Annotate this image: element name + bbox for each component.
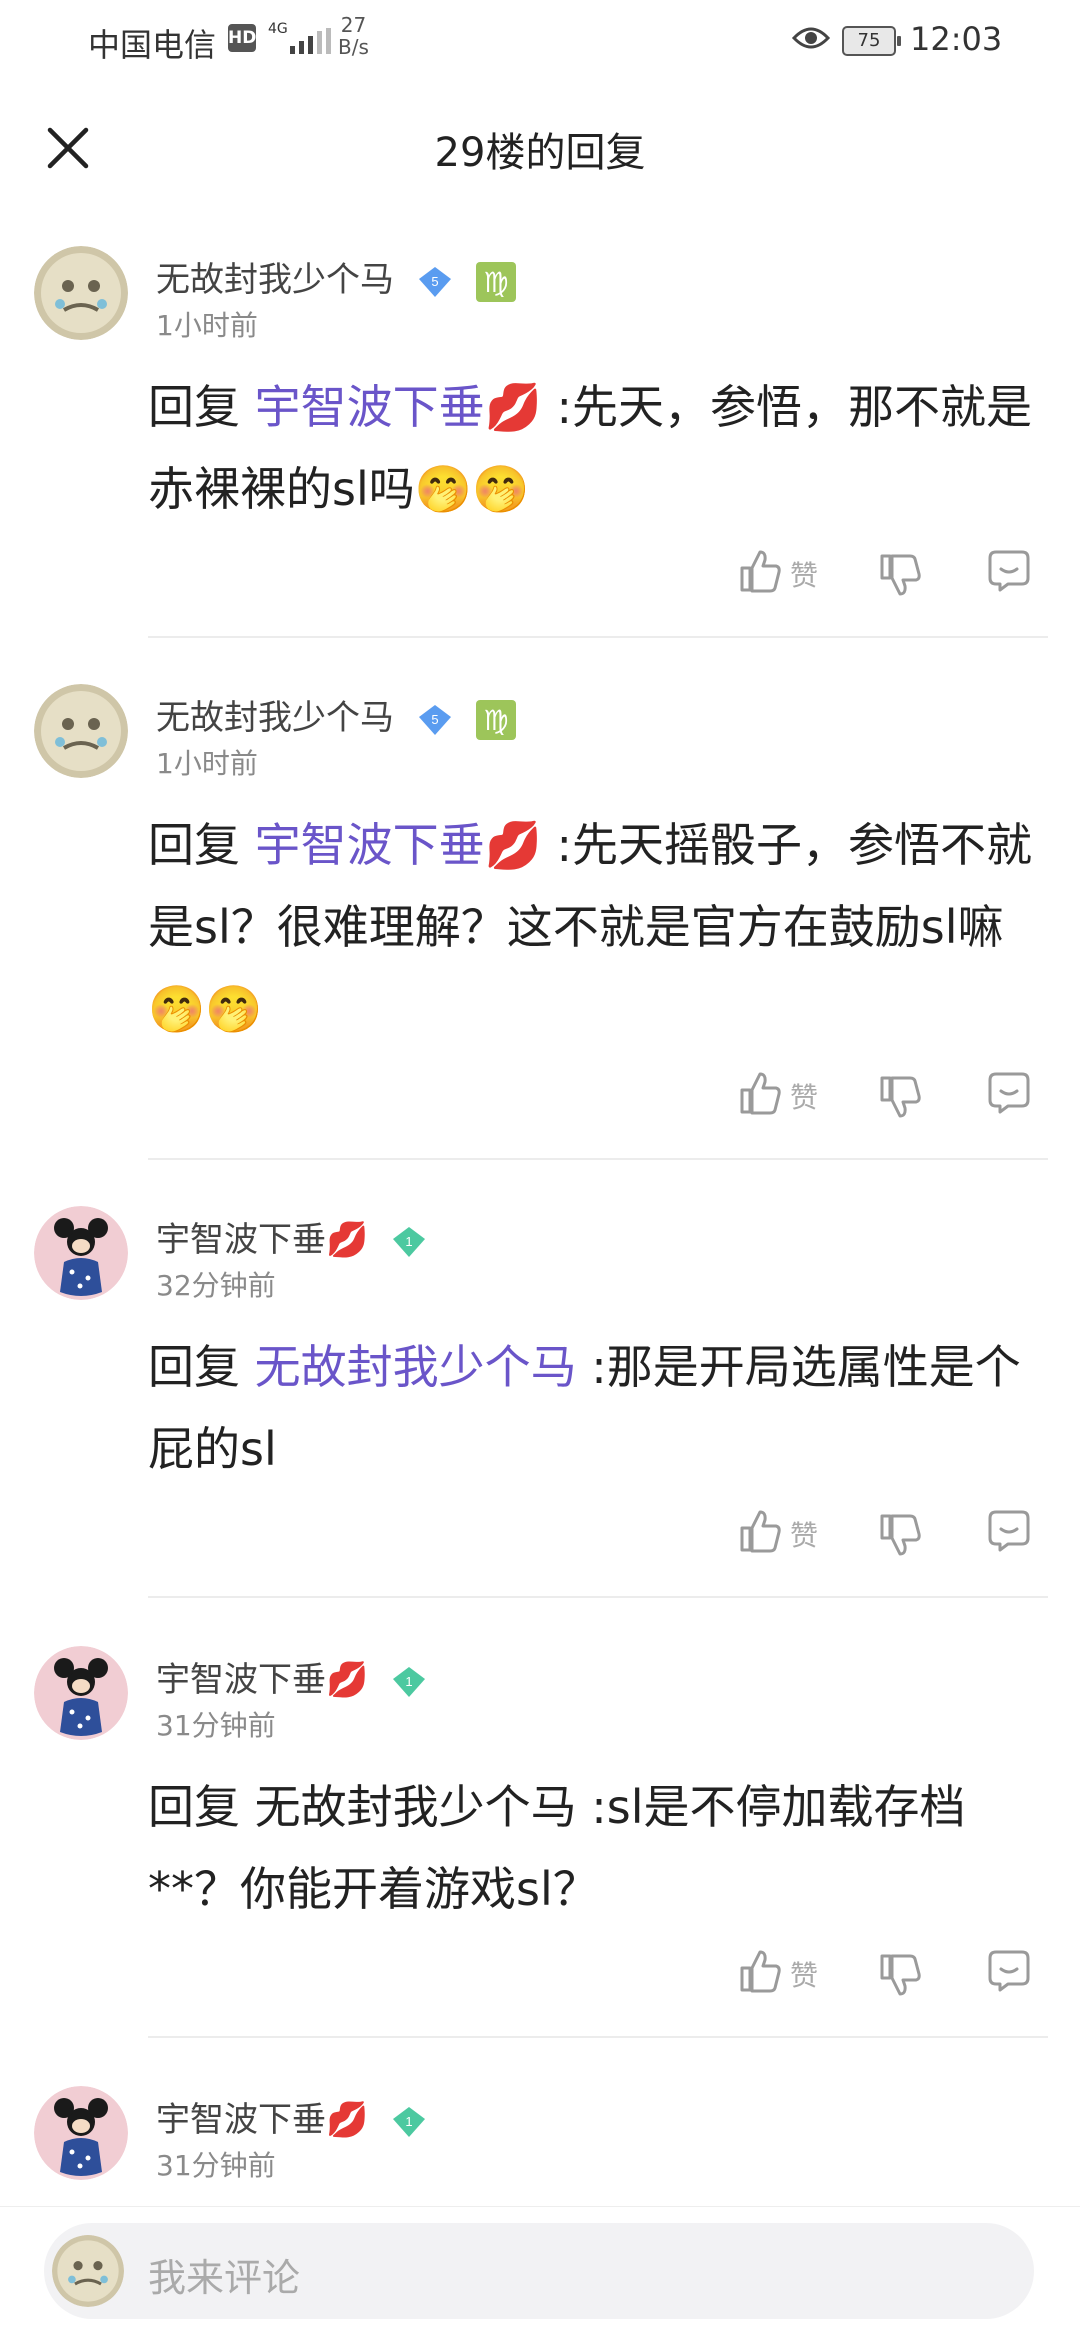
speed-value: 27 bbox=[340, 13, 367, 37]
hd-icon: HD bbox=[228, 24, 256, 52]
comment-body: 回复 无故封我少个马 :sl是不停加载存档 **？你能开着游戏sl？ bbox=[148, 1766, 1048, 1930]
reply-prefix: 回复 bbox=[148, 818, 255, 872]
like-label: 赞 bbox=[790, 1519, 819, 1552]
thumbs-up-icon bbox=[740, 1072, 781, 1115]
username-text: 宇智波下垂💋 bbox=[156, 2100, 369, 2140]
svg-text:♍: ♍ bbox=[483, 704, 508, 737]
comment-item: 宇智波下垂💋 1 31分钟前 回复 无故封我少个马 :sl是不停加载存档 **？… bbox=[0, 1646, 1080, 2046]
comment-placeholder: 我来评论 bbox=[148, 2256, 301, 2300]
mention-link[interactable]: 宇智波下垂💋 bbox=[255, 818, 542, 872]
divider bbox=[148, 1596, 1048, 1598]
level-number: 1 bbox=[406, 2114, 413, 2129]
level-gem-icon: 5 bbox=[418, 704, 451, 735]
timestamp: 31分钟前 bbox=[156, 2149, 276, 2182]
like-label: 赞 bbox=[790, 1959, 819, 1992]
comment-text: 无故封我少个马 :sl是不停加载存档 **？你能开着游戏sl？ bbox=[148, 1780, 966, 1916]
header: 29楼的回复 bbox=[0, 80, 1080, 210]
avatar[interactable] bbox=[34, 246, 128, 340]
level-number: 5 bbox=[431, 274, 438, 289]
avatar[interactable] bbox=[34, 2086, 128, 2180]
username[interactable]: 宇智波下垂💋 1 bbox=[156, 1652, 429, 1701]
username[interactable]: 宇智波下垂💋 1 bbox=[156, 2092, 429, 2141]
page-title: 29楼的回复 bbox=[434, 130, 646, 176]
virgo-icon: ♍ bbox=[475, 261, 516, 302]
comment-item: 宇智波下垂💋 1 32分钟前 回复 无故封我少个马 :那是开局选属性是个屁的sl… bbox=[0, 1206, 1080, 1606]
comment-body: 回复 无故封我少个马 :那是开局选属性是个屁的sl bbox=[148, 1326, 1048, 1490]
speed-unit: B/s bbox=[338, 35, 369, 59]
level-number: 1 bbox=[406, 1674, 413, 1689]
username-text: 无故封我少个马 bbox=[156, 260, 394, 300]
eye-icon bbox=[792, 27, 830, 49]
thumbs-up-icon bbox=[740, 1950, 781, 1993]
like-label: 赞 bbox=[790, 1081, 819, 1114]
reply-prefix: 回复 bbox=[148, 1780, 255, 1834]
comment-body: 回复 宇智波下垂💋 :先天，参悟，那不就是赤裸裸的sl吗🤭🤭 bbox=[148, 366, 1048, 530]
level-gem-icon: 1 bbox=[393, 1226, 426, 1257]
level-gem-icon: 1 bbox=[393, 1666, 426, 1697]
mention-link[interactable]: 宇智波下垂💋 bbox=[255, 380, 542, 434]
username[interactable]: 宇智波下垂💋 1 bbox=[156, 1212, 429, 1261]
reply-comment-icon[interactable] bbox=[986, 1508, 1032, 1554]
carrier-name: 中国电信 bbox=[88, 26, 217, 64]
avatar[interactable] bbox=[34, 1646, 128, 1740]
like-label: 赞 bbox=[790, 559, 819, 592]
username-text: 无故封我少个马 bbox=[156, 698, 394, 738]
avatar[interactable] bbox=[34, 1206, 128, 1300]
comment-bar: 我来评论 bbox=[0, 2206, 1080, 2341]
reply-prefix: 回复 bbox=[148, 1340, 255, 1394]
battery-indicator: 75 bbox=[842, 26, 901, 56]
username[interactable]: 无故封我少个马 5 ♍ bbox=[156, 690, 516, 740]
my-avatar bbox=[52, 2235, 124, 2307]
clock: 12:03 bbox=[910, 20, 1003, 58]
thumbs-down-icon[interactable] bbox=[878, 1512, 922, 1558]
like-button[interactable]: 赞 bbox=[738, 1070, 818, 1120]
timestamp: 31分钟前 bbox=[156, 1709, 276, 1742]
timestamp: 1小时前 bbox=[156, 309, 258, 342]
status-bar: 中国电信 HD 4G 27 B/s 75 12:03 bbox=[0, 0, 1080, 80]
thumbs-down-icon[interactable] bbox=[878, 1952, 922, 1998]
reply-comment-icon[interactable] bbox=[986, 1948, 1032, 1994]
like-button[interactable]: 赞 bbox=[738, 548, 818, 598]
mention-link[interactable]: 无故封我少个马 bbox=[255, 1340, 577, 1394]
username[interactable]: 无故封我少个马 5 ♍ bbox=[156, 252, 516, 302]
virgo-icon: ♍ bbox=[475, 699, 516, 740]
timestamp: 1小时前 bbox=[156, 747, 258, 780]
comment-item: 宇智波下垂💋 1 31分钟前 bbox=[0, 2086, 1080, 2206]
thumbs-down-icon[interactable] bbox=[878, 552, 922, 598]
reply-comment-icon[interactable] bbox=[986, 1070, 1032, 1116]
network-speed: 27 B/s bbox=[338, 14, 369, 58]
signal-icon bbox=[290, 28, 331, 54]
like-button[interactable]: 赞 bbox=[738, 1948, 818, 1998]
thumbs-down-icon[interactable] bbox=[878, 1074, 922, 1120]
username-text: 宇智波下垂💋 bbox=[156, 1220, 369, 1260]
divider bbox=[148, 2036, 1048, 2038]
divider bbox=[148, 1158, 1048, 1160]
svg-text:♍: ♍ bbox=[483, 266, 508, 299]
thumbs-up-icon bbox=[740, 550, 781, 593]
comment-body: 回复 宇智波下垂💋 :先天摇骰子，参悟不就是sl？很难理解？这不就是官方在鼓励s… bbox=[148, 804, 1048, 1050]
level-gem-icon: 5 bbox=[418, 266, 451, 297]
comment-item: 无故封我少个马 5 ♍ 1小时前 回复 宇智波下垂💋 :先天摇骰子，参悟不就是s… bbox=[0, 684, 1080, 1164]
comment-input[interactable]: 我来评论 bbox=[44, 2223, 1034, 2319]
thumbs-up-icon bbox=[740, 1510, 781, 1553]
like-button[interactable]: 赞 bbox=[738, 1508, 818, 1558]
avatar[interactable] bbox=[34, 684, 128, 778]
level-gem-icon: 1 bbox=[393, 2106, 426, 2137]
username-text: 宇智波下垂💋 bbox=[156, 1660, 369, 1700]
level-number: 5 bbox=[431, 712, 438, 727]
timestamp: 32分钟前 bbox=[156, 1269, 276, 1302]
level-number: 1 bbox=[406, 1234, 413, 1249]
reply-comment-icon[interactable] bbox=[986, 548, 1032, 594]
comment-item: 无故封我少个马 5 ♍ 1小时前 回复 宇智波下垂💋 :先天，参悟，那不就是赤裸… bbox=[0, 246, 1080, 646]
network-type: 4G bbox=[268, 21, 288, 37]
reply-prefix: 回复 bbox=[148, 380, 255, 434]
divider bbox=[148, 636, 1048, 638]
